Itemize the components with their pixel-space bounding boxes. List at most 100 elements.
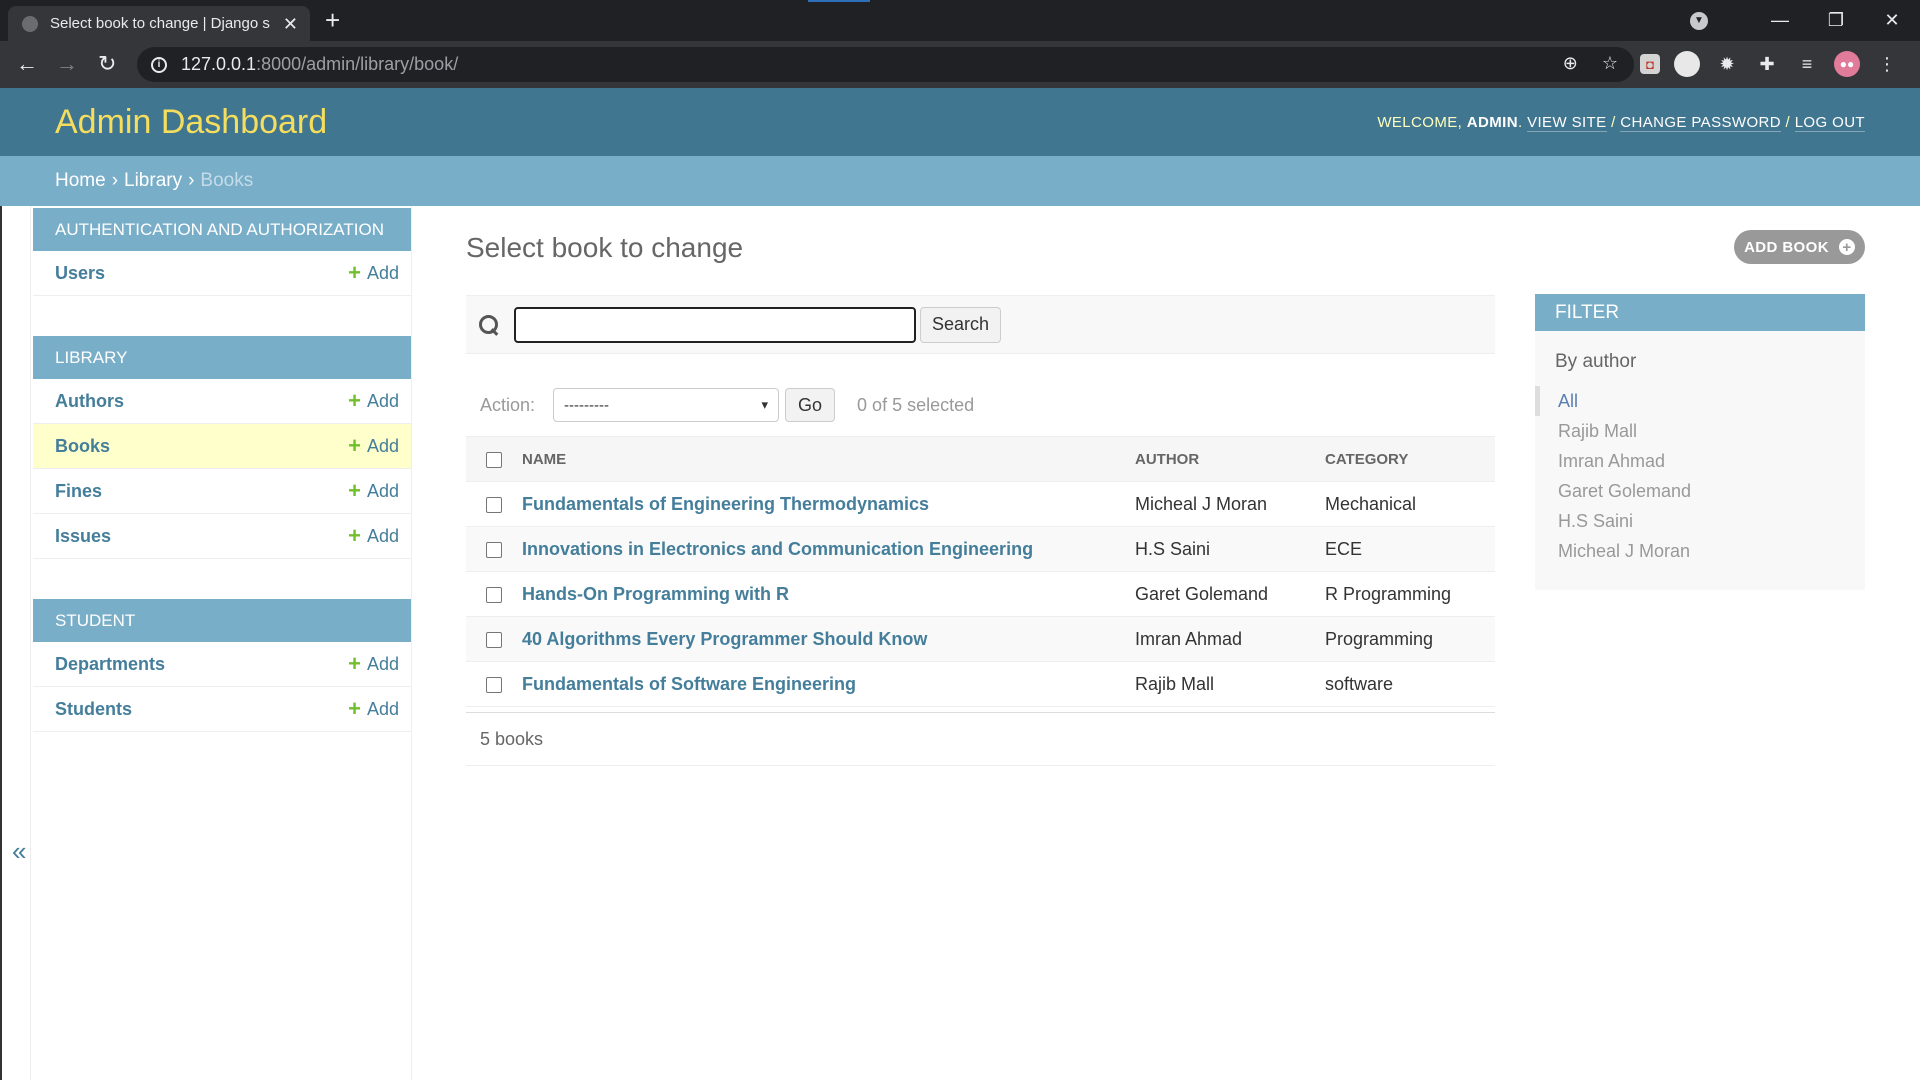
- column-header-category[interactable]: Category: [1325, 436, 1495, 482]
- nav-sidebar: Authentication and Authorization Users +…: [31, 206, 412, 1080]
- breadcrumb-library[interactable]: Library: [124, 170, 182, 192]
- book-link[interactable]: Hands-On Programming with R: [522, 584, 789, 604]
- zoom-icon[interactable]: ⊕: [1563, 53, 1578, 74]
- column-header-name[interactable]: Name: [522, 436, 1135, 482]
- forward-icon[interactable]: →: [56, 50, 78, 78]
- add-fines-button[interactable]: + Add: [348, 480, 399, 502]
- filter-option[interactable]: Micheal J Moran: [1535, 536, 1865, 566]
- add-users-button[interactable]: + Add: [348, 260, 399, 285]
- breadcrumb-home[interactable]: Home: [55, 170, 106, 192]
- row-checkbox[interactable]: [486, 676, 502, 693]
- book-link[interactable]: Fundamentals of Engineering Thermodynami…: [522, 494, 929, 514]
- category-cell: software: [1325, 661, 1495, 707]
- table-row: Innovations in Electronics and Communica…: [466, 526, 1495, 572]
- add-students-button[interactable]: + Add: [348, 696, 399, 721]
- module-caption-auth[interactable]: Authentication and Authorization: [33, 208, 411, 251]
- collapse-sidebar-icon[interactable]: «: [12, 836, 26, 867]
- module-caption-library[interactable]: Library: [33, 336, 411, 379]
- menu-kebab-icon[interactable]: ⋮: [1874, 51, 1900, 77]
- tab-search-icon[interactable]: ▼: [1690, 11, 1708, 30]
- puzzle-icon[interactable]: ✚: [1754, 51, 1780, 77]
- search-input[interactable]: [514, 306, 916, 343]
- book-name-cell: Fundamentals of Software Engineering: [522, 661, 1135, 707]
- add-label: Add: [366, 390, 399, 411]
- minimize-icon[interactable]: —: [1752, 10, 1808, 31]
- page-title: Select book to change: [466, 232, 744, 263]
- window-close-icon[interactable]: ✕: [1864, 10, 1920, 31]
- action-select[interactable]: --------- ▾: [553, 388, 780, 422]
- add-icon: +: [348, 260, 361, 285]
- search-icon: [478, 314, 500, 336]
- add-authors-button[interactable]: + Add: [348, 390, 399, 412]
- book-name-cell: 40 Algorithms Every Programmer Should Kn…: [522, 616, 1135, 662]
- log-out-link[interactable]: Log out: [1794, 113, 1865, 132]
- address-bar[interactable]: i 127.0.0.1:8000/admin/library/book/ ⊕ ☆: [137, 47, 1634, 82]
- pocket-extension-icon[interactable]: ◘: [1640, 54, 1660, 74]
- add-book-button[interactable]: Add book +: [1734, 230, 1865, 264]
- filter-option[interactable]: Imran Ahmad: [1535, 446, 1865, 476]
- welcome-text: Welcome,: [1377, 113, 1463, 131]
- extension-circle-icon[interactable]: [1674, 51, 1700, 77]
- row-checkbox[interactable]: [486, 631, 502, 648]
- site-info-icon[interactable]: i: [151, 56, 167, 73]
- students-link[interactable]: Students: [55, 699, 132, 720]
- url-text: 127.0.0.1:8000/admin/library/book/: [181, 54, 458, 75]
- book-link[interactable]: 40 Algorithms Every Programmer Should Kn…: [522, 629, 927, 649]
- url-path: :8000/admin/library/book/: [256, 54, 459, 74]
- sidebar-item-users: Users + Add: [33, 251, 411, 296]
- reload-icon[interactable]: ↻: [98, 50, 116, 78]
- column-header-author[interactable]: Author: [1135, 436, 1325, 482]
- add-departments-button[interactable]: + Add: [348, 653, 399, 675]
- row-checkbox[interactable]: [486, 586, 502, 603]
- back-icon[interactable]: ←: [16, 50, 38, 78]
- filter-options: All Rajib Mall Imran Ahmad Garet Goleman…: [1535, 386, 1865, 566]
- filter-option[interactable]: Garet Golemand: [1535, 476, 1865, 506]
- books-link[interactable]: Books: [55, 436, 110, 457]
- author-cell: Rajib Mall: [1135, 661, 1325, 707]
- sidebar-item-authors: Authors + Add: [33, 379, 411, 424]
- sidebar-item-departments: Departments + Add: [33, 642, 411, 687]
- add-icon: +: [348, 696, 361, 721]
- profile-avatar[interactable]: ●●: [1834, 51, 1860, 77]
- users-link[interactable]: Users: [55, 263, 105, 284]
- sidebar-item-fines: Fines + Add: [33, 469, 411, 514]
- site-branding[interactable]: Admin Dashboard: [55, 103, 327, 142]
- change-password-link[interactable]: Change password: [1620, 113, 1781, 132]
- search-button[interactable]: Search: [920, 306, 1002, 343]
- select-all-cell: [466, 436, 522, 482]
- url-host: 127.0.0.1: [181, 54, 257, 74]
- restore-icon[interactable]: ❐: [1808, 10, 1864, 31]
- view-site-link[interactable]: View site: [1527, 113, 1607, 132]
- new-tab-icon[interactable]: +: [325, 6, 340, 34]
- close-icon[interactable]: ✕: [283, 15, 298, 33]
- authors-link[interactable]: Authors: [55, 391, 124, 412]
- row-checkbox[interactable]: [486, 541, 502, 558]
- row-checkbox[interactable]: [486, 496, 502, 513]
- fines-link[interactable]: Fines: [55, 481, 102, 502]
- search-toolbar: Search: [466, 295, 1495, 354]
- username: admin: [1466, 113, 1518, 131]
- changelist-filter: Filter By author All Rajib Mall Imran Ah…: [1535, 294, 1865, 590]
- add-books-button[interactable]: + Add: [348, 435, 399, 457]
- add-book-label: Add book: [1744, 238, 1829, 256]
- browser-tab-active[interactable]: Select book to change | Django s ✕: [8, 6, 310, 41]
- select-all-checkbox[interactable]: [486, 451, 502, 468]
- bookmark-star-icon[interactable]: ☆: [1602, 53, 1618, 74]
- tab-title: Select book to change | Django s: [50, 15, 270, 32]
- departments-link[interactable]: Departments: [55, 654, 165, 675]
- issues-link[interactable]: Issues: [55, 526, 111, 547]
- book-link[interactable]: Fundamentals of Software Engineering: [522, 674, 856, 694]
- author-cell: Garet Golemand: [1135, 571, 1325, 617]
- module-caption-student[interactable]: Student: [33, 599, 411, 642]
- action-label: Action:: [480, 394, 536, 415]
- filter-option[interactable]: H.S Saini: [1535, 506, 1865, 536]
- filter-option[interactable]: Rajib Mall: [1535, 416, 1865, 446]
- filter-option-all[interactable]: All: [1535, 386, 1865, 416]
- gear-extension-icon[interactable]: ✹: [1714, 51, 1740, 77]
- add-issues-button[interactable]: + Add: [348, 525, 399, 547]
- book-link[interactable]: Innovations in Electronics and Communica…: [522, 539, 1033, 559]
- go-button[interactable]: Go: [785, 388, 836, 422]
- filter-subtitle: By author: [1555, 351, 1637, 372]
- media-queue-icon[interactable]: ≡: [1794, 51, 1820, 77]
- globe-icon: [22, 15, 38, 32]
